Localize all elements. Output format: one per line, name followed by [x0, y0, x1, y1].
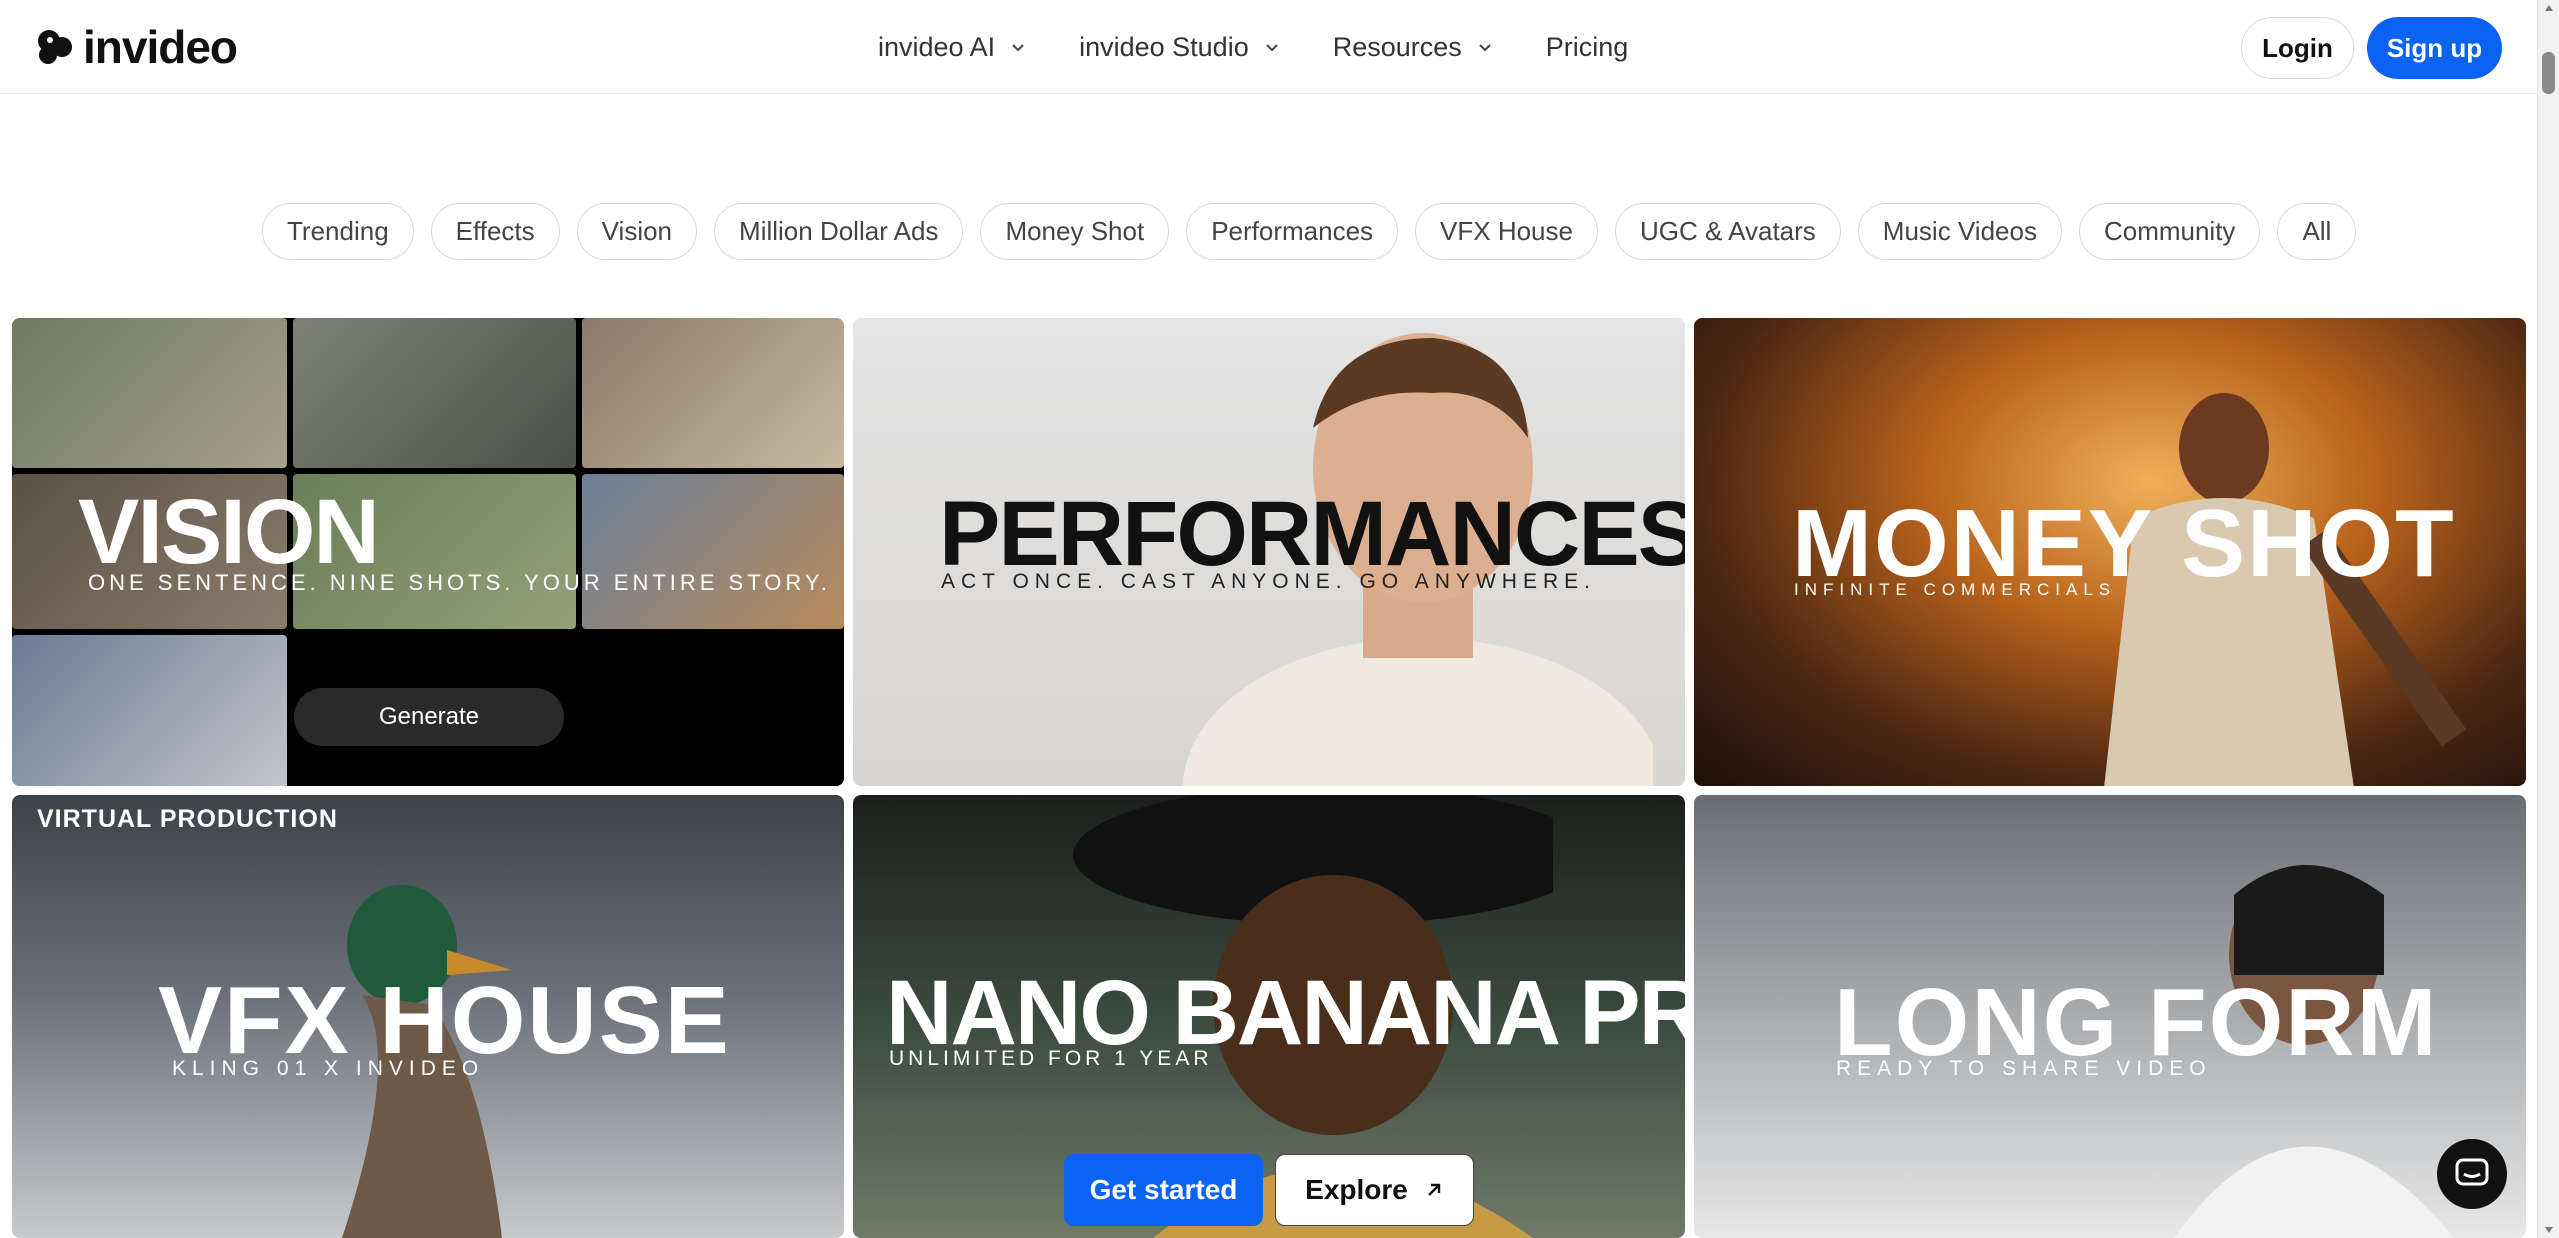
card-subtitle: READY TO SHARE VIDEO	[1836, 1057, 2212, 1080]
card-title: PERFORMANCES	[939, 483, 1685, 585]
collage-image	[582, 318, 844, 468]
card-money-shot[interactable]: MONEY SHOT INFINITE COMMERCIALS	[1694, 318, 2526, 786]
card-subtitle: UNLIMITED FOR 1 YEAR	[889, 1047, 1213, 1070]
nav-pricing[interactable]: Pricing	[1546, 32, 1629, 63]
filter-chip-effects[interactable]: Effects	[430, 203, 560, 260]
card-performances[interactable]: PERFORMANCES ACT ONCE. CAST ANYONE. GO A…	[853, 318, 1685, 786]
filter-chip-million-dollar-ads[interactable]: Million Dollar Ads	[714, 203, 964, 260]
card-subtitle: KLING 01 X INVIDEO	[172, 1057, 485, 1080]
collage-image	[12, 318, 287, 468]
main-nav: invideo AI invideo Studio Resources Pric…	[878, 0, 1628, 94]
card-vfx-house[interactable]: VIRTUAL PRODUCTION VFX HOUSE KLING 01 X …	[12, 795, 844, 1238]
card-title: MONEY SHOT	[1792, 490, 2456, 597]
virtual-production-badge: VIRTUAL PRODUCTION	[37, 805, 338, 833]
scroll-down-arrow-icon[interactable]	[2543, 1224, 2555, 1236]
card-vision[interactable]: VISION ONE SENTENCE. NINE SHOTS. YOUR EN…	[12, 318, 844, 786]
signup-button[interactable]: Sign up	[2367, 17, 2502, 79]
collage-image	[582, 474, 844, 629]
filter-chip-performances[interactable]: Performances	[1186, 203, 1399, 260]
nav-label: Resources	[1332, 31, 1462, 62]
nav-label: invideo Studio	[1079, 31, 1249, 62]
filter-chip-money-shot[interactable]: Money Shot	[980, 203, 1170, 260]
scrollbar-thumb[interactable]	[2542, 52, 2555, 94]
filter-chip-music-videos[interactable]: Music Videos	[1857, 203, 2062, 260]
explore-label: Explore	[1305, 1174, 1408, 1205]
card-subtitle: ONE SENTENCE. NINE SHOTS. YOUR ENTIRE ST…	[88, 570, 831, 595]
card-title: NANO BANANA PRO	[886, 962, 1685, 1064]
chevron-down-icon	[1479, 44, 1491, 52]
collage-image	[293, 318, 576, 468]
chevron-down-icon	[1266, 44, 1278, 52]
card-long-form[interactable]: LONG FORM READY TO SHARE VIDEO	[1694, 795, 2526, 1238]
filter-chips: Trending Effects Vision Million Dollar A…	[262, 203, 2357, 260]
filter-chip-ugc-avatars[interactable]: UGC & Avatars	[1614, 203, 1841, 260]
get-started-button[interactable]: Get started	[1064, 1154, 1263, 1226]
card-title: VISION	[78, 481, 380, 583]
filter-chip-community[interactable]: Community	[2078, 203, 2261, 260]
logo[interactable]: invideo	[35, 21, 238, 73]
nav-invideo-ai[interactable]: invideo AI	[878, 32, 1027, 63]
chevron-down-icon	[1012, 44, 1024, 52]
scroll-up-arrow-icon[interactable]	[2543, 2, 2555, 14]
explore-button[interactable]: Explore	[1275, 1154, 1474, 1226]
invideo-logo-icon	[38, 30, 72, 64]
page-scrollbar[interactable]	[2537, 0, 2559, 1238]
filter-chip-vision[interactable]: Vision	[576, 203, 698, 260]
filter-chip-all[interactable]: All	[2277, 203, 2357, 260]
card-subtitle: ACT ONCE. CAST ANYONE. GO ANYWHERE.	[941, 570, 1596, 593]
card-title: VFX HOUSE	[158, 967, 731, 1074]
collage-image	[12, 635, 287, 786]
generate-button[interactable]: Generate	[294, 688, 564, 746]
nav-resources[interactable]: Resources	[1333, 32, 1494, 63]
cta-row: Get started Explore	[1064, 1154, 1474, 1226]
nav-label: invideo AI	[878, 31, 996, 62]
nav-invideo-studio[interactable]: invideo Studio	[1079, 32, 1281, 63]
chat-support-button[interactable]	[2437, 1139, 2507, 1209]
arrow-up-right-icon	[1427, 1183, 1441, 1196]
card-subtitle: INFINITE COMMERCIALS	[1794, 580, 2117, 599]
filter-chip-trending[interactable]: Trending	[262, 203, 414, 260]
nav-label: Pricing	[1545, 31, 1629, 62]
chat-bubble-icon	[2455, 1158, 2489, 1186]
collage-image	[582, 635, 844, 786]
filter-chip-vfx-house[interactable]: VFX House	[1415, 203, 1598, 260]
logo-text: invideo	[83, 21, 238, 73]
login-button[interactable]: Login	[2241, 17, 2354, 79]
top-navigation-bar: invideo invideo AI invideo Studio Resour…	[0, 0, 2537, 94]
